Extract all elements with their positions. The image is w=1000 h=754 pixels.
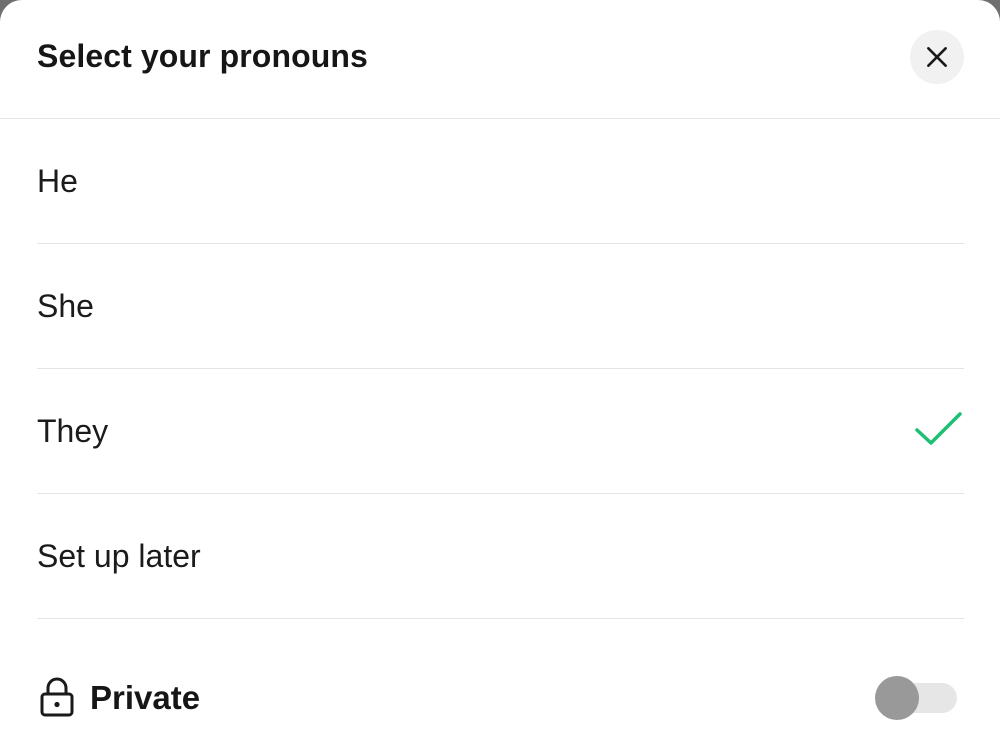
pronouns-bottom-sheet: Select your pronouns He She They Set up … [0,0,1000,754]
close-button[interactable] [910,30,964,84]
toggle-thumb [875,676,919,720]
private-toggle[interactable] [875,675,957,721]
option-label: He [37,163,78,199]
check-icon [915,412,962,445]
option-label: Set up later [37,538,201,574]
option-she[interactable]: She [37,244,964,369]
sheet-header: Select your pronouns [0,0,1000,119]
option-they[interactable]: They [37,369,964,494]
private-label: Private [90,679,201,716]
option-label: They [37,413,109,449]
sheet-title: Select your pronouns [37,38,368,74]
option-label: She [37,288,94,324]
close-icon [927,47,947,67]
private-setting-row: Private [37,660,964,740]
option-set-up-later[interactable]: Set up later [37,494,964,619]
lock-icon [40,677,74,717]
option-he[interactable]: He [37,119,964,244]
